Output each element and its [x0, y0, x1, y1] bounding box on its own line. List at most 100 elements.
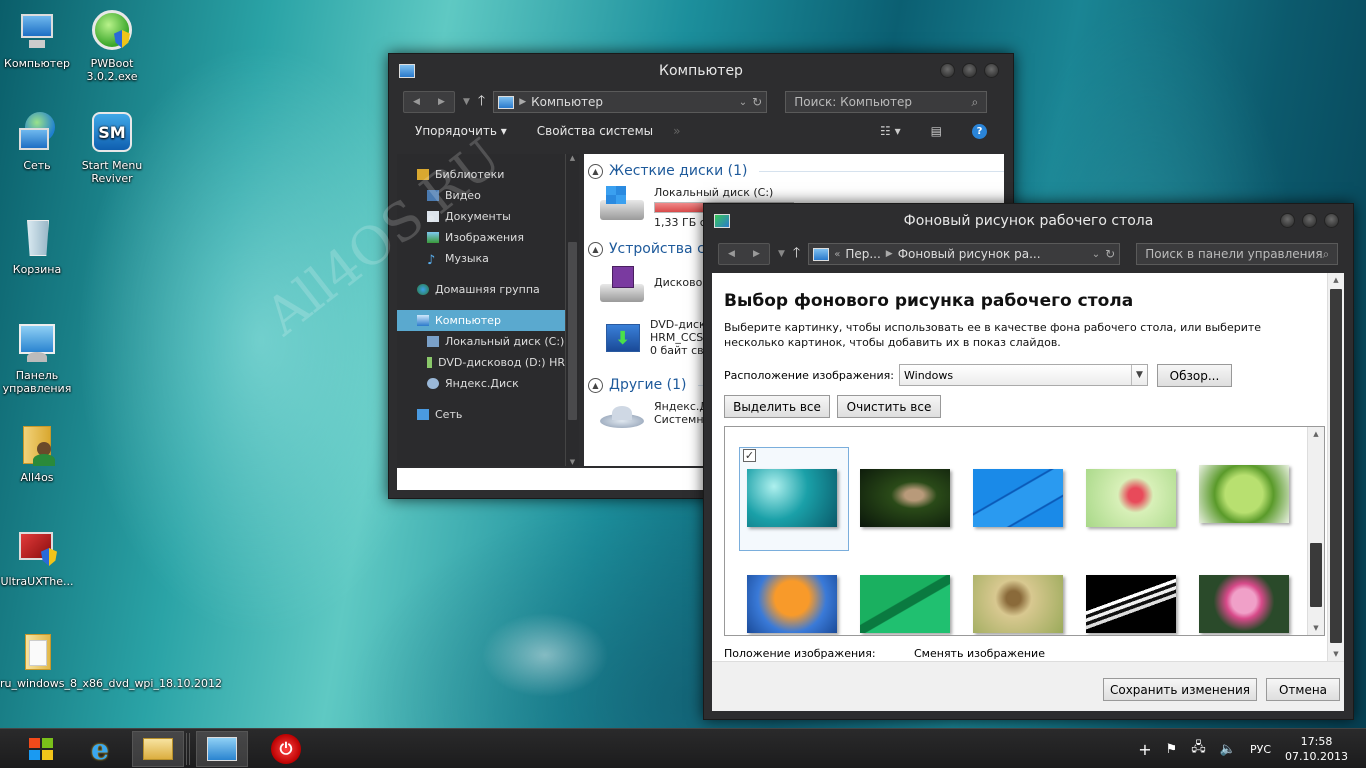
tree-item-libraries[interactable]: Библиотеки: [397, 164, 565, 185]
tree-item-documents[interactable]: Документы: [397, 206, 565, 227]
window-title: Фоновый рисунок рабочего стола: [903, 213, 1154, 229]
minimize-button[interactable]: [1280, 213, 1295, 228]
control-panel-icon: [813, 247, 830, 261]
group-header-hdd[interactable]: ▲ Жесткие диски (1): [588, 160, 1004, 182]
wallpaper-titlebar[interactable]: Фоновый рисунок рабочего стола: [704, 204, 1353, 238]
window-title: Компьютер: [659, 63, 743, 79]
gallery-scrollbar[interactable]: ▲ ▼: [1307, 427, 1324, 635]
overflow-chevron-icon[interactable]: «: [834, 249, 840, 260]
taskbar-file-explorer[interactable]: [132, 731, 184, 767]
desktop-icon-all4os[interactable]: All4os: [0, 424, 74, 484]
desktop-icon-pwboot[interactable]: PWBoot 3.0.2.exe: [75, 10, 149, 83]
status-bar: [397, 468, 709, 490]
tree-scrollbar[interactable]: ▲ ▼: [565, 154, 579, 466]
desktop-icon-computer[interactable]: Компьютер: [0, 10, 74, 70]
volume-icon[interactable]: 🔈: [1220, 742, 1236, 757]
save-changes-button[interactable]: Сохранить изменения: [1103, 678, 1257, 701]
taskbar-shutdown[interactable]: ⏻: [260, 731, 312, 767]
desktop-icon-control-panel[interactable]: Панель управления: [0, 322, 74, 395]
tree-item-local-disk[interactable]: Локальный диск (C:): [397, 331, 565, 352]
show-hidden-icons-icon[interactable]: +: [1138, 740, 1151, 759]
thumbnail-teal-drops[interactable]: [747, 469, 837, 527]
action-center-flag-icon[interactable]: ⚑: [1166, 742, 1178, 757]
collapse-icon: ▲: [588, 377, 603, 393]
tree-item-pictures[interactable]: Изображения: [397, 227, 565, 248]
desktop-icon-ultrauxtheme[interactable]: UltraUXThe...: [0, 528, 74, 588]
gallery-scroll-thumb[interactable]: [1310, 543, 1322, 607]
search-input[interactable]: Поиск в панели управления ⌕: [1136, 243, 1339, 265]
more-commands-icon[interactable]: »: [673, 124, 680, 138]
desktop-icon-start-menu-reviver[interactable]: SM Start Menu Reviver: [75, 112, 149, 185]
page-scrollbar[interactable]: ▲ ▼: [1327, 273, 1344, 661]
back-button[interactable]: ◀: [404, 92, 429, 112]
help-icon[interactable]: ?: [972, 123, 987, 139]
thumbnail-pink-flower[interactable]: [1086, 469, 1176, 527]
address-bar[interactable]: ▶ Компьютер ⌄ ↻: [493, 91, 768, 113]
thumbnail-lotus[interactable]: [1199, 575, 1289, 633]
wallpaper-window[interactable]: Фоновый рисунок рабочего стола ◀ ▶ ▼ 🡑 «…: [703, 203, 1354, 720]
location-select[interactable]: Windows ▼: [899, 364, 1148, 386]
clock[interactable]: 17:58 07.10.2013: [1285, 734, 1348, 764]
address-bar[interactable]: « Пер... ▶ Фоновый рисунок ра... ⌄ ↻: [808, 243, 1121, 265]
taskbar-control-panel[interactable]: [196, 731, 248, 767]
computer-icon: [498, 95, 515, 109]
thumbnail-green-leaf[interactable]: [1199, 465, 1289, 523]
taskbar-internet-explorer[interactable]: e: [74, 731, 126, 767]
tree-item-network[interactable]: Сеть: [397, 404, 565, 425]
thumbnail-orange-leaves[interactable]: [747, 575, 837, 633]
browse-button[interactable]: Обзор...: [1157, 364, 1232, 387]
wallpaper-gallery: ✓ ▲ ▼: [724, 426, 1325, 636]
tree-item-yandex-disk[interactable]: Яндекс.Диск: [397, 373, 565, 394]
thumbnail-owl[interactable]: [973, 575, 1063, 633]
forward-button[interactable]: ▶: [744, 244, 769, 264]
close-button[interactable]: [1324, 213, 1339, 228]
folder-icon: [143, 738, 173, 760]
search-icon: ⌕: [971, 94, 979, 109]
page-scroll-thumb[interactable]: [1330, 289, 1342, 643]
search-input[interactable]: Поиск: Компьютер ⌕: [785, 91, 988, 113]
search-icon: ⌕: [1322, 246, 1330, 261]
up-arrow-icon[interactable]: 🡑: [478, 90, 485, 114]
minimize-button[interactable]: [940, 63, 955, 78]
desktop-icon-recycle-bin[interactable]: Корзина: [0, 216, 74, 276]
preview-pane-icon[interactable]: ▤: [931, 124, 942, 138]
desktop-icon-windows-folder[interactable]: ru_windows_8_x86_dvd_wpi_18.10.2012: [0, 630, 222, 690]
back-button[interactable]: ◀: [719, 244, 744, 264]
address-dropdown-icon[interactable]: ⌄: [1092, 249, 1100, 260]
tree-item-computer[interactable]: Компьютер: [397, 310, 565, 331]
tree-item-homegroup[interactable]: Домашняя группа: [397, 279, 565, 300]
desktop-icon-network[interactable]: Сеть: [0, 112, 74, 172]
thumbnail-blue-lines[interactable]: [973, 469, 1063, 527]
select-all-button[interactable]: Выделить все: [724, 395, 830, 418]
input-language-indicator[interactable]: РУС: [1250, 743, 1271, 756]
tree-scroll-thumb[interactable]: [568, 242, 577, 420]
tree-item-music[interactable]: ♪ Музыка: [397, 248, 565, 269]
thumbnail-green-glass[interactable]: [860, 575, 950, 633]
view-options-icon[interactable]: ☷ ▾: [880, 124, 901, 138]
network-status-icon[interactable]: 🖧: [1191, 738, 1206, 760]
checkbox-checked[interactable]: ✓: [743, 449, 756, 462]
tree-item-dvd[interactable]: DVD-дисковод (D:) HR: [397, 352, 565, 373]
organize-menu[interactable]: Упорядочить ▾: [415, 124, 507, 138]
history-dropdown-icon[interactable]: ▼: [778, 249, 785, 259]
start-button[interactable]: [14, 731, 68, 767]
cancel-button[interactable]: Отмена: [1266, 678, 1340, 701]
user-folder-icon: [15, 424, 59, 468]
tree-item-video[interactable]: Видео: [397, 185, 565, 206]
system-properties-button[interactable]: Свойства системы: [537, 124, 653, 138]
maximize-button[interactable]: [1302, 213, 1317, 228]
maximize-button[interactable]: [962, 63, 977, 78]
thumbnail-pine-cones[interactable]: [860, 469, 950, 527]
breadcrumb-separator-icon: ▶: [519, 97, 527, 107]
explorer-titlebar[interactable]: Компьютер: [389, 54, 1013, 88]
clear-all-button[interactable]: Очистить все: [837, 395, 941, 418]
refresh-icon[interactable]: ↻: [752, 95, 762, 109]
close-button[interactable]: [984, 63, 999, 78]
up-arrow-icon[interactable]: 🡑: [793, 242, 800, 266]
start-menu-reviver-icon: SM: [90, 112, 134, 156]
history-dropdown-icon[interactable]: ▼: [463, 97, 470, 107]
thumbnail-piano[interactable]: [1086, 575, 1176, 633]
refresh-icon[interactable]: ↻: [1105, 247, 1115, 261]
address-dropdown-icon[interactable]: ⌄: [739, 97, 747, 108]
forward-button[interactable]: ▶: [429, 92, 454, 112]
